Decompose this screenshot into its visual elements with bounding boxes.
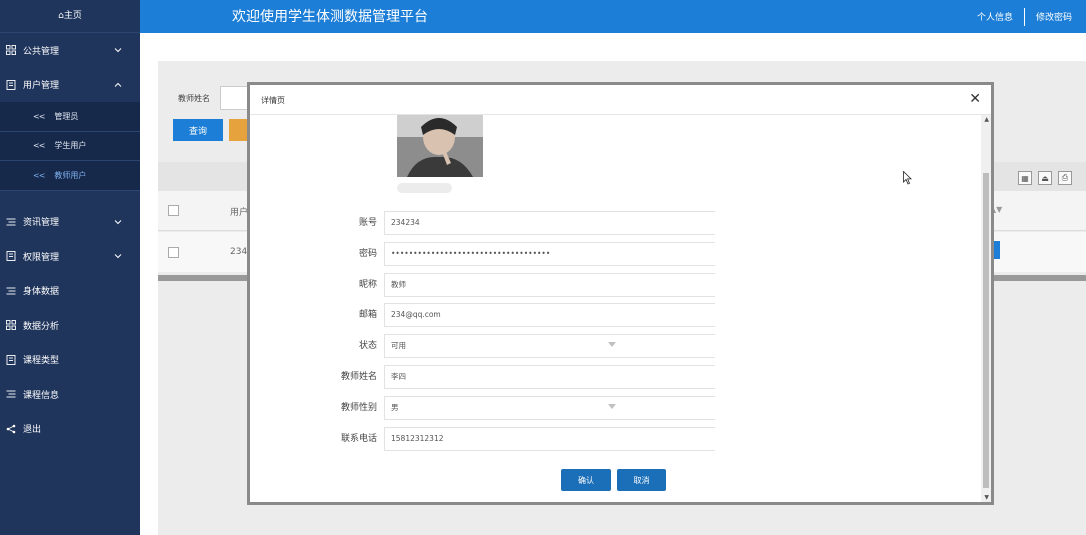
teacher-gender-label: 教师性别 [340,403,377,413]
close-icon[interactable]: ✕ [969,91,981,105]
teacher-name-field[interactable]: 李四 [384,365,715,389]
nickname-field[interactable]: 教师 [384,273,715,297]
confirm-button[interactable]: 确认 [561,469,611,491]
phone-field[interactable]: 15812312312 [384,427,715,451]
status-select[interactable]: 可用 [384,334,715,358]
form-row-teacher-name: 教师姓名 李四 [250,365,980,389]
form-row-phone: 联系电话 15812312312 [250,427,980,451]
email-field[interactable]: 234@qq.com [384,303,715,327]
modal-scroll-thumb[interactable] [983,173,989,488]
form-row-email: 邮箱 234@qq.com [250,303,980,327]
password-field[interactable]: •••••••••••••••••••••••••••••••••••• [384,242,715,266]
detail-modal: 详情页 ✕ 账号 234234 密码 •••••••••••••••••••••… [247,82,994,505]
phone-label: 联系电话 [340,434,377,444]
status-label: 状态 [358,341,377,351]
modal-header: 详情页 ✕ [250,85,991,115]
teacher-gender-select[interactable]: 男 [384,396,715,420]
email-label: 邮箱 [358,310,377,320]
scroll-down-icon[interactable]: ▼ [984,494,989,501]
password-label: 密码 [358,249,377,259]
mouse-cursor-icon [903,171,912,185]
form-row-status: 状态 可用 [250,334,980,358]
modal-title: 详情页 [261,96,285,105]
account-label: 账号 [358,218,377,228]
scroll-up-icon[interactable]: ▲ [984,116,989,123]
dropdown-caret-icon[interactable] [608,342,616,347]
form-row-nickname: 昵称 教师 [250,273,980,297]
nickname-label: 昵称 [358,280,377,290]
form-row-account: 账号 234234 [250,211,980,235]
avatar[interactable] [397,115,483,177]
form-row-password: 密码 •••••••••••••••••••••••••••••••••••• [250,242,980,266]
form-row-teacher-gender: 教师性别 男 [250,396,980,420]
dropdown-caret-icon[interactable] [608,404,616,409]
cancel-button[interactable]: 取消 [617,469,666,491]
teacher-name-label: 教师姓名 [340,372,377,382]
avatar-upload-placeholder[interactable] [397,183,452,193]
account-field[interactable]: 234234 [384,211,715,235]
modal-body: 账号 234234 密码 •••••••••••••••••••••••••••… [250,115,991,502]
